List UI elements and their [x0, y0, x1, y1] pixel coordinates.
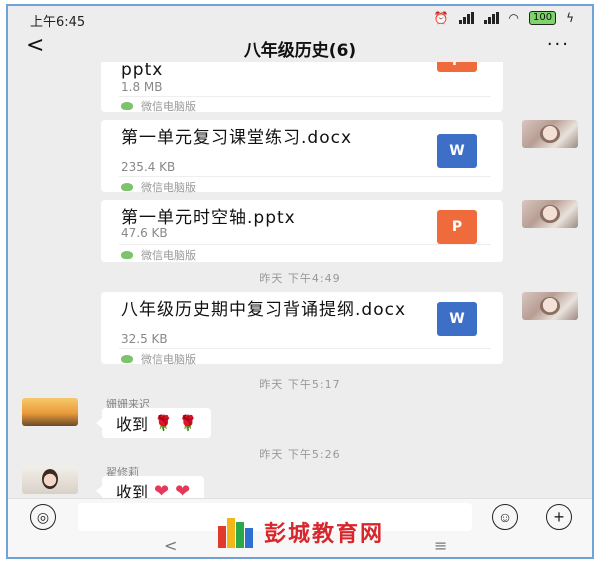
avatar[interactable]: [522, 200, 578, 228]
message-text: 收到: [116, 415, 149, 434]
message-text: 收到: [116, 483, 149, 498]
file-message[interactable]: 第一单元时空轴.pptx 47.6 KB 微信电脑版 P: [101, 200, 503, 262]
text-message[interactable]: 收到 ❤ ❤: [95, 476, 205, 499]
file-name: pptx: [121, 62, 164, 80]
wechat-icon: [121, 102, 133, 110]
divider: [119, 96, 491, 97]
signal-icon-2: [483, 12, 499, 24]
avatar[interactable]: [522, 292, 578, 320]
voice-button[interactable]: ◎: [30, 504, 56, 530]
file-source: 微信电脑版: [121, 351, 196, 367]
more-button[interactable]: ···: [547, 34, 570, 55]
chat-title: 八年级历史(6): [243, 41, 357, 61]
ppt-file-icon: P: [437, 210, 477, 244]
avatar[interactable]: [22, 466, 78, 494]
emoji-button[interactable]: ☺: [492, 504, 518, 530]
file-source-label: 微信电脑版: [141, 181, 196, 194]
book-logo-icon: [218, 516, 258, 548]
file-size: 1.8 MB: [121, 80, 163, 94]
divider: [119, 348, 491, 349]
timestamp: 昨天 下午5:17: [259, 378, 341, 391]
ppt-file-icon: P: [437, 62, 477, 72]
charging-icon: ϟ: [566, 11, 574, 25]
text-message[interactable]: 收到 🌹 🌹: [95, 408, 212, 438]
timestamp: 昨天 下午5:26: [259, 448, 341, 461]
divider: [119, 244, 491, 245]
rose-icon: 🌹: [154, 414, 173, 432]
status-icons: ⏰ ◠ 100 ϟ: [434, 11, 574, 25]
chat-messages[interactable]: pptx 1.8 MB 微信电脑版 P 第一单元复习课堂练习.docx 235.…: [8, 62, 592, 498]
file-source-label: 微信电脑版: [141, 249, 196, 262]
nav-back-button[interactable]: <: [164, 536, 177, 555]
status-time: 上午6:45: [30, 15, 86, 30]
file-message[interactable]: pptx 1.8 MB 微信电脑版 P: [101, 62, 503, 114]
wechat-icon: [121, 355, 133, 363]
signal-icon: [458, 12, 474, 24]
wifi-icon: ◠: [508, 11, 519, 25]
file-size: 235.4 KB: [121, 160, 176, 174]
nav-menu-button[interactable]: ≡: [434, 536, 447, 555]
file-source: 微信电脑版: [121, 98, 196, 114]
timestamp: 昨天 下午4:49: [259, 272, 341, 285]
status-bar: 上午6:45 ⏰ ◠ 100 ϟ: [8, 6, 592, 32]
plus-button[interactable]: +: [546, 504, 572, 530]
file-name: 第一单元时空轴.pptx: [121, 208, 296, 228]
alarm-icon: ⏰: [433, 11, 449, 25]
avatar[interactable]: [22, 398, 78, 426]
rose-icon: 🌹: [178, 414, 198, 432]
wechat-icon: [121, 251, 133, 259]
file-source-label: 微信电脑版: [141, 100, 196, 113]
file-source-label: 微信电脑版: [141, 353, 196, 366]
wechat-icon: [121, 183, 133, 191]
file-message[interactable]: 第一单元复习课堂练习.docx 235.4 KB 微信电脑版 W: [101, 120, 503, 195]
phone-screen: 上午6:45 ⏰ ◠ 100 ϟ < 八年级历史(6) ··· pptx 1.8…: [6, 4, 594, 559]
heart-icon: ❤: [175, 480, 191, 499]
battery-icon: 100: [528, 11, 557, 25]
file-name: 八年级历史期中复习背诵提纲.docx: [121, 300, 407, 320]
watermark-text: 彭城教育网: [264, 521, 385, 547]
doc-file-icon: W: [437, 302, 477, 336]
file-size: 47.6 KB: [121, 226, 168, 240]
file-name: 第一单元复习课堂练习.docx: [121, 128, 353, 148]
doc-file-icon: W: [437, 134, 477, 168]
avatar[interactable]: [522, 120, 578, 148]
file-message[interactable]: 八年级历史期中复习背诵提纲.docx 32.5 KB 微信电脑版 W: [101, 292, 503, 367]
chat-header: < 八年级历史(6) ···: [8, 32, 592, 62]
file-source: 微信电脑版: [121, 179, 196, 195]
divider: [119, 176, 491, 177]
heart-icon: ❤: [154, 480, 170, 499]
file-source: 微信电脑版: [121, 247, 196, 263]
watermark-logo: 彭城教育网: [218, 516, 384, 548]
file-size: 32.5 KB: [121, 332, 168, 346]
